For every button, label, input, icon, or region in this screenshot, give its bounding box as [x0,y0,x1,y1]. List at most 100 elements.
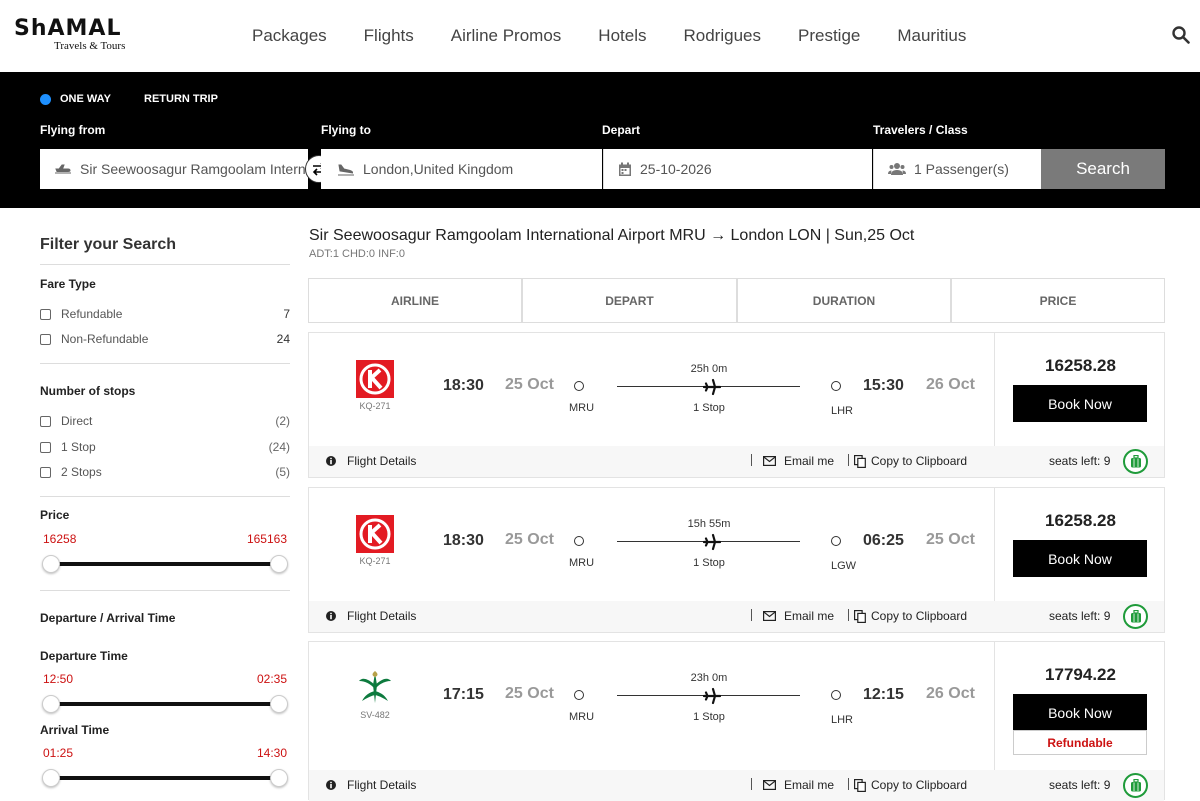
separator [848,609,849,621]
info-icon [326,456,336,466]
search-icon[interactable] [1172,26,1190,44]
checkbox[interactable] [40,308,51,320]
flight-duration: 23h 0m [690,672,728,684]
flight-details-link[interactable]: Flight Details [326,454,416,468]
book-now-button[interactable]: Book Now [1013,385,1147,422]
sort-depart[interactable]: DEPART [522,278,737,323]
baggage-icon[interactable] [1123,773,1148,798]
price-title: Price [40,508,70,522]
envelope-icon [763,456,776,466]
flight-details-link[interactable]: Flight Details [326,609,416,623]
flight-details-label: Flight Details [347,454,417,468]
calendar-icon [619,162,631,176]
info-icon [326,611,336,621]
nav-mauritius[interactable]: Mauritius [897,26,966,46]
nav-hotels[interactable]: Hotels [598,26,646,46]
to-field[interactable]: London,United Kingdom [321,149,602,189]
nav-rodrigues[interactable]: Rodrigues [683,26,761,46]
luggage-icon [1130,779,1141,792]
departure-time-slider[interactable] [42,694,288,714]
flight-duration: 25h 0m [690,363,728,375]
main-nav: Packages Flights Airline Promos Hotels R… [252,26,1003,46]
slider-min-handle[interactable] [42,555,60,573]
arrival-time: 15:30 [863,377,904,394]
checkbox[interactable] [40,415,51,427]
slider-max-handle[interactable] [270,769,288,787]
email-me-link[interactable]: Email me [763,778,834,792]
checkbox[interactable] [40,333,51,345]
depart-date-field[interactable]: 25-10-2026 [603,149,872,189]
to-label: Flying to [321,123,371,137]
checkbox[interactable] [40,441,51,453]
stops-count: 1 Stop [693,557,725,569]
header: ShAMAL Travels & Tours Packages Flights … [0,0,1200,72]
flight-number: KQ-271 [359,556,391,566]
arrival-date: 26 Oct [926,685,975,702]
filter-refundable[interactable]: Refundable 7 [40,307,290,321]
travelers-field[interactable]: 1 Passenger(s) [873,149,1041,189]
book-now-button[interactable]: Book Now [1013,694,1147,731]
filter-direct[interactable]: Direct (2) [40,414,290,428]
baggage-icon[interactable] [1123,604,1148,629]
filter-title: Filter your Search [40,236,177,253]
departure-time-title: Departure Time [40,649,128,663]
trip-one-way-radio[interactable]: ONE WAY [40,93,111,105]
nav-prestige[interactable]: Prestige [798,26,860,46]
flight-number: SV-482 [360,710,390,720]
copy-clipboard-link[interactable]: Copy to Clipboard [854,609,967,623]
travelers-label: Travelers / Class [873,123,968,137]
slider-min-handle[interactable] [42,769,60,787]
slider-min-handle[interactable] [42,695,60,713]
slider-track [52,562,278,566]
book-now-button[interactable]: Book Now [1013,540,1147,577]
airplane-icon [703,378,721,396]
to-value: London,United Kingdom [363,161,514,177]
destination-marker [831,381,841,391]
landing-icon [338,164,354,176]
trip-return-radio[interactable]: RETURN TRIP [144,93,218,105]
checkbox[interactable] [40,466,51,478]
option-label: Direct [61,414,93,428]
slider-track [52,776,278,780]
envelope-icon [763,780,776,790]
airline-logo [356,515,394,553]
flight-number: KQ-271 [359,401,391,411]
departure-time-min: 12:50 [43,672,74,686]
departure-date: 25 Oct [505,376,554,393]
trip-return-label: RETURN TRIP [144,93,218,105]
nav-airline-promos[interactable]: Airline Promos [451,26,562,46]
destination-airport: LGW [831,560,857,572]
copy-clipboard-link[interactable]: Copy to Clipboard [854,454,967,468]
kenya-airways-logo-icon [356,360,394,398]
slider-max-handle[interactable] [270,695,288,713]
flight-details-link[interactable]: Flight Details [326,778,416,792]
filter-non-refundable[interactable]: Non-Refundable 24 [40,332,290,346]
destination-marker [831,536,841,546]
sort-price[interactable]: PRICE [951,278,1165,323]
arrival-time-slider[interactable] [42,768,288,788]
nav-flights[interactable]: Flights [364,26,414,46]
flight-card-footer: Flight Details Email me Copy to Clipboar… [309,601,1164,632]
sort-duration[interactable]: DURATION [737,278,951,323]
sort-airline[interactable]: AIRLINE [308,278,522,323]
flight-summary: SV-482 17:15 25 Oct MRU 23h 0m 1 Stop LH… [309,642,994,770]
search-button[interactable]: Search [1041,149,1165,189]
email-me-link[interactable]: Email me [763,609,834,623]
copy-clipboard-link[interactable]: Copy to Clipboard [854,778,967,792]
divider [40,264,290,265]
price-slider[interactable] [42,554,288,574]
filter-2-stops[interactable]: 2 Stops (5) [40,465,290,479]
copy-clipboard-label: Copy to Clipboard [871,454,968,468]
filter-1-stop[interactable]: 1 Stop (24) [40,440,290,454]
brand-logo[interactable]: ShAMAL Travels & Tours [14,18,125,53]
email-me-link[interactable]: Email me [763,454,834,468]
baggage-icon[interactable] [1123,449,1148,474]
origin-marker [574,690,584,700]
slider-max-handle[interactable] [270,555,288,573]
from-field[interactable]: Sir Seewoosagur Ramgoolam International … [40,149,308,189]
arrival-time: 06:25 [863,532,904,549]
flight-search-bar: ONE WAY RETURN TRIP Flying from Flying t… [0,72,1200,208]
flight-summary: KQ-271 18:30 25 Oct MRU 25h 0m 1 Stop LH… [309,333,994,446]
nav-packages[interactable]: Packages [252,26,327,46]
airline-logo [356,360,394,398]
